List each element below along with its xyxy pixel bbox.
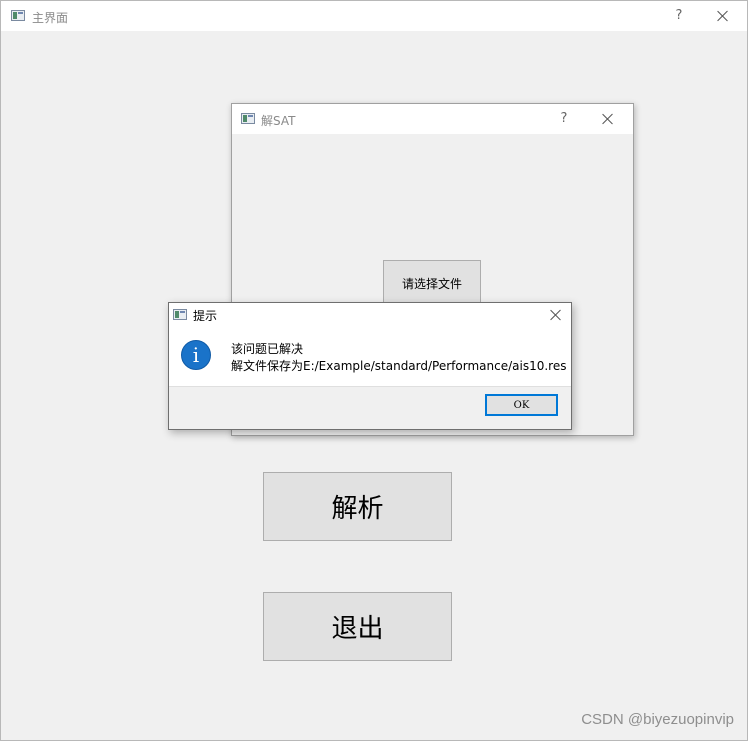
message-line-1: 该问题已解决 [231, 342, 304, 356]
main-titlebar[interactable]: 主界面 ? [1, 1, 747, 31]
parse-button[interactable]: 解析 [263, 472, 452, 541]
message-line-2: 解文件保存为E:/Example/standard/Performance/ai… [231, 359, 567, 373]
message-dialog: 提示 i 该问题已解决 解文件保存为E:/Example/standard/Pe… [168, 302, 572, 430]
main-window-title: 主界面 [32, 11, 69, 25]
app-window-icon [11, 10, 25, 21]
close-icon[interactable] [550, 309, 562, 321]
close-icon[interactable] [717, 10, 729, 22]
sat-window-icon [241, 113, 255, 124]
select-file-button[interactable]: 请选择文件 [383, 260, 481, 306]
dialog-window-icon [173, 309, 187, 320]
close-icon[interactable] [602, 113, 614, 125]
sat-help-button[interactable]: ? [554, 111, 574, 127]
sat-window-title: 解SAT [261, 114, 296, 128]
exit-button[interactable]: 退出 [263, 592, 452, 661]
watermark: CSDN @biyezuopinvip [581, 711, 734, 728]
ok-button[interactable]: OK [485, 394, 558, 416]
dialog-titlebar[interactable]: 提示 [169, 303, 571, 327]
help-button[interactable]: ? [669, 8, 689, 24]
sat-titlebar[interactable]: 解SAT ? [232, 104, 633, 134]
info-icon: i [181, 340, 211, 370]
dialog-title: 提示 [193, 309, 218, 323]
